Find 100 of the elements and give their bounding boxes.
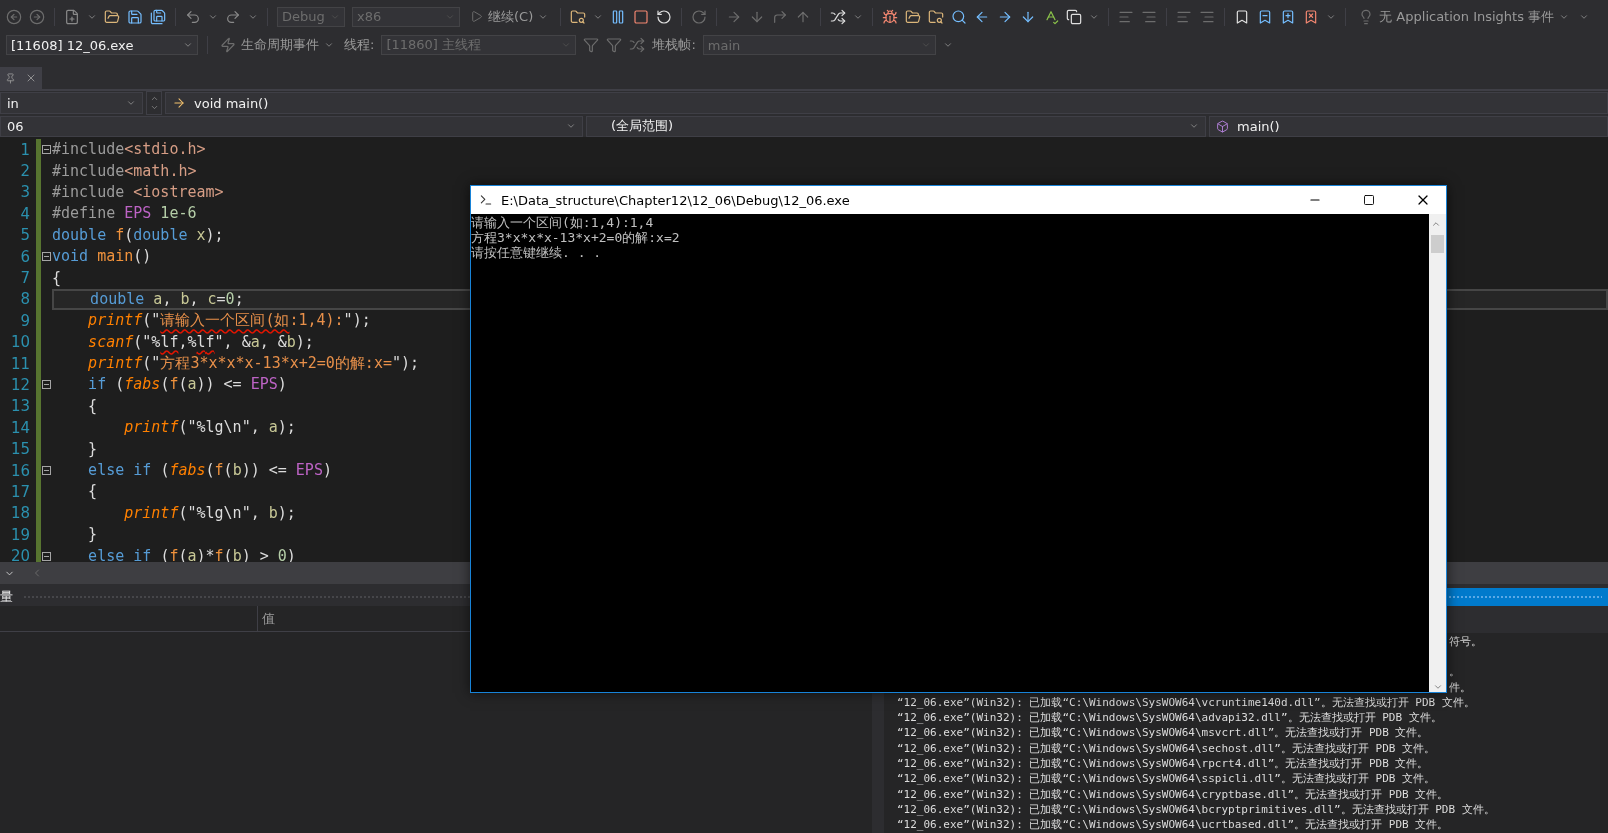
folder-search-icon[interactable] xyxy=(928,8,945,25)
refresh-icon[interactable] xyxy=(691,8,708,25)
fold-icon[interactable] xyxy=(42,145,51,155)
code-line: { xyxy=(87,396,98,416)
console-icon xyxy=(479,193,493,207)
save-all-icon[interactable] xyxy=(150,8,166,25)
open-folder-icon[interactable] xyxy=(104,8,120,25)
line-number: 13 xyxy=(9,397,31,416)
caret-icon[interactable] xyxy=(942,40,953,50)
code-line: #include <iostream> xyxy=(52,182,224,202)
maximize-icon xyxy=(1363,194,1375,206)
code-line: { xyxy=(52,268,62,288)
output-line: “12_06.exe”(Win32): 已加载“C:\Windows\SysWOW64\sspicli.dll”。无法查找或打开 PDB 文件。 xyxy=(897,771,1437,787)
play-icon[interactable] xyxy=(470,10,483,23)
code-line: printf("%lg\n", a); xyxy=(123,418,296,438)
filter-icon[interactable] xyxy=(583,37,600,53)
output-line: “12_06.exe”(Win32): 已加载“C:\Windows\SysWOW64\ucrtbased.dll”。无法查找或打开 PDB 文件。 xyxy=(897,817,1450,833)
redo-icon[interactable] xyxy=(225,8,241,25)
code-line: double f(double x); xyxy=(52,225,224,245)
output-line: “12_06.exe”(Win32): 已加载“C:\Windows\SysWOW64\msvcrt.dll”。无法查找或打开 PDB 文件。 xyxy=(897,725,1430,741)
caret-icon[interactable] xyxy=(183,40,193,50)
scroll-thumb[interactable] xyxy=(1431,235,1444,253)
back-icon[interactable] xyxy=(6,8,22,25)
spinner[interactable] xyxy=(146,91,162,115)
scroll-down-icon[interactable] xyxy=(1432,682,1443,692)
output-line: 件。 xyxy=(1449,679,1472,695)
output-line: 。 xyxy=(1449,664,1461,680)
spell-check-icon[interactable] xyxy=(1043,8,1060,25)
member-dropdown[interactable]: in xyxy=(0,92,143,114)
caret-icon[interactable] xyxy=(126,98,136,108)
search-icon[interactable] xyxy=(951,8,968,25)
bug-icon[interactable] xyxy=(882,8,899,25)
arrow-icon xyxy=(172,96,186,110)
scope-text: (全局范围) xyxy=(610,117,674,135)
folder-icon[interactable] xyxy=(905,8,922,25)
line-number: 3 xyxy=(19,183,31,202)
up-icon[interactable] xyxy=(149,94,159,103)
new-item-icon[interactable] xyxy=(64,8,80,25)
line-number: 7 xyxy=(19,269,31,288)
column-header[interactable]: 值 xyxy=(262,609,275,628)
line-number: 10 xyxy=(9,333,31,352)
folder-search-icon[interactable] xyxy=(570,8,587,25)
line-number: 18 xyxy=(9,504,31,523)
forward-icon[interactable] xyxy=(29,8,45,25)
function-dropdown[interactable]: main() xyxy=(1209,115,1608,137)
code-line: double a, b, c=0; xyxy=(89,289,244,309)
caret-icon[interactable] xyxy=(566,121,576,131)
lifecycle-events-button[interactable]: 生命周期事件 xyxy=(217,36,337,54)
pin-icon[interactable] xyxy=(4,72,16,84)
code-line: } xyxy=(87,439,98,459)
code-line: printf("请输入一个区间(如:1,4):"); xyxy=(87,311,371,331)
line-number: 16 xyxy=(9,461,31,480)
fold-icon[interactable] xyxy=(42,252,51,262)
output-line: “12_06.exe”(Win32): 已加载“C:\Windows\SysWOW64\vcruntime140d.dll”。无法查找或打开 PDB 文件。 xyxy=(897,694,1476,711)
caret-icon[interactable] xyxy=(324,40,334,50)
code-line: printf("方程3*x*x*x-13*x+2=0的解:x="); xyxy=(87,354,420,374)
fold-icon[interactable] xyxy=(42,380,51,390)
code-line: printf("%lg\n", b); xyxy=(123,503,296,523)
line-number: 20 xyxy=(9,547,31,562)
restart-icon[interactable] xyxy=(656,8,673,25)
console-line: 请输入一个区间(如:1,4):1,4 xyxy=(471,215,654,230)
current-function-field[interactable]: void main() xyxy=(165,92,1608,114)
stack-frame-label: 堆栈帧: xyxy=(652,36,696,54)
undo-icon[interactable] xyxy=(185,8,201,25)
output-line: “12_06.exe”(Win32): 已加载“C:\Windows\SysWOW64\sechost.dll”。无法查找或打开 PDB 文件。 xyxy=(897,740,1437,757)
console-line: 方程3*x*x*x-13*x+2=0的解:x=2 xyxy=(471,230,680,245)
thread-label: 线程: xyxy=(344,36,375,54)
output-line: 符号。 xyxy=(1449,634,1483,650)
line-number: 1 xyxy=(19,140,31,159)
code-line: #include<math.h> xyxy=(52,161,197,181)
output-line: “12_06.exe”(Win32): 已加载“C:\Windows\SysWOW64\rpcrt4.dll”。无法查找或打开 PDB 文件。 xyxy=(897,756,1430,772)
console-line: 请按任意键继续. . . xyxy=(471,245,602,260)
output-line: “12_06.exe”(Win32): 已加载“C:\Windows\SysWOW64\bcryptprimitives.dll”。无法查找或打开 PDB 文件。 xyxy=(897,801,1496,818)
filter-clear-icon[interactable] xyxy=(606,37,623,53)
panel-title: 量 xyxy=(0,588,13,606)
stop-icon[interactable] xyxy=(633,8,650,25)
insights-button[interactable]: 无 Application Insights 事件 xyxy=(1355,7,1573,26)
continue-button[interactable]: 继续(C) xyxy=(467,7,552,26)
save-icon[interactable] xyxy=(127,8,143,25)
window-title: E:\Data_structure\Chapter12\12_06\Debug\12_06.exe xyxy=(501,192,851,208)
output-line: “12_06.exe”(Win32): 已加载“C:\Windows\SysWOW64\advapi32.dll”。无法查找或打开 PDB 文件。 xyxy=(897,710,1443,726)
document-tab[interactable] xyxy=(0,67,42,89)
down-icon[interactable] xyxy=(149,103,159,112)
line-number: 15 xyxy=(9,440,31,459)
fold-icon[interactable] xyxy=(42,551,51,561)
fold-icon[interactable] xyxy=(42,466,51,476)
step-over-icon[interactable] xyxy=(772,8,789,25)
process-dropdown[interactable]: [11608] 12_06.exe xyxy=(6,35,198,55)
cube-icon xyxy=(1216,119,1229,133)
caret-icon[interactable] xyxy=(1189,121,1199,131)
scope-dropdown[interactable]: (全局范围) xyxy=(586,115,1206,137)
line-number: 4 xyxy=(19,204,31,223)
code-line: if (fabs(f(a)) <= EPS) xyxy=(87,375,287,395)
code-line: #define EPS 1e-6 xyxy=(52,204,197,224)
line-number: 11 xyxy=(9,354,31,373)
scroll-up-icon[interactable] xyxy=(1431,219,1441,229)
file-dropdown[interactable]: 06 xyxy=(0,115,583,137)
scrollbar[interactable] xyxy=(1429,214,1446,692)
copy-icon[interactable] xyxy=(1066,8,1083,25)
line-number: 8 xyxy=(19,290,31,309)
